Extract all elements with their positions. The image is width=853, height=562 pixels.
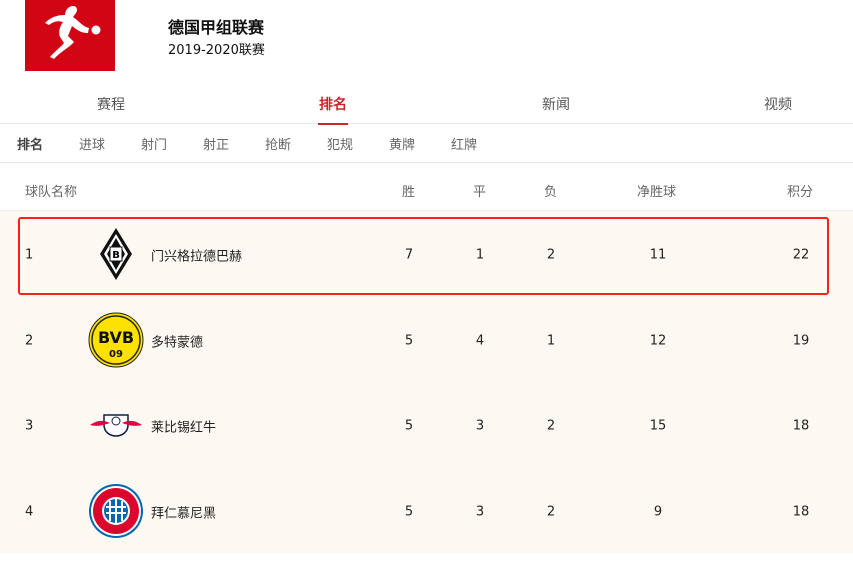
- losses: 1: [546, 333, 556, 348]
- team-name[interactable]: 莱比锡红牛: [151, 416, 216, 435]
- header-team: 球队名称: [25, 185, 78, 200]
- subtab-goals[interactable]: 进球: [79, 134, 105, 153]
- subtab-tackles[interactable]: 抢断: [265, 134, 291, 153]
- losses: 2: [546, 504, 556, 519]
- wins: 5: [404, 504, 414, 519]
- header-losses: 负: [544, 185, 558, 200]
- wins: 5: [404, 418, 414, 433]
- subtab-red-cards[interactable]: 红牌: [451, 134, 477, 153]
- wins: 5: [404, 333, 414, 348]
- leipzig-badge-icon: [90, 414, 142, 437]
- tab-standings[interactable]: 排名: [318, 94, 348, 125]
- draws: 3: [475, 418, 485, 433]
- subtab-fouls[interactable]: 犯规: [327, 134, 353, 153]
- tab-news[interactable]: 新闻: [542, 94, 570, 114]
- goal-diff: 9: [653, 504, 663, 519]
- subtab-standings[interactable]: 排名: [17, 134, 43, 153]
- sub-tabs: 排名 进球 射门 射正 抢断 犯规 黄牌 红牌: [0, 124, 853, 163]
- team-name[interactable]: 多特蒙德: [151, 331, 203, 350]
- subtab-shots-on-target[interactable]: 射正: [203, 134, 229, 153]
- league-title: 德国甲组联赛: [168, 18, 265, 37]
- goal-diff: 15: [649, 418, 667, 433]
- rank: 2: [25, 333, 34, 348]
- points: 18: [792, 504, 810, 519]
- tab-schedule[interactable]: 赛程: [97, 94, 125, 114]
- table-row[interactable]: 3 莱比锡红牛 5 3 2 15 18: [0, 383, 853, 468]
- header-draws: 平: [473, 185, 487, 200]
- team-name[interactable]: 拜仁慕尼黑: [151, 502, 216, 521]
- draws: 3: [475, 504, 485, 519]
- bayern-badge-icon: [89, 484, 143, 538]
- tab-video[interactable]: 视频: [764, 94, 792, 114]
- dortmund-badge-icon: BVB 09: [88, 312, 144, 368]
- header-points: 积分: [787, 185, 814, 200]
- highlight-box: [18, 217, 829, 295]
- rank: 3: [25, 418, 34, 433]
- goal-diff: 12: [649, 333, 667, 348]
- losses: 2: [546, 418, 556, 433]
- subtab-yellow-cards[interactable]: 黄牌: [389, 134, 415, 153]
- header-goal-diff: 净胜球: [637, 185, 677, 200]
- main-tabs: 赛程 排名 新闻 视频: [0, 84, 853, 125]
- svg-text:BVB: BVB: [98, 328, 134, 347]
- league-season: 2019-2020联赛: [168, 43, 265, 58]
- header-wins: 胜: [402, 185, 416, 200]
- points: 18: [792, 418, 810, 433]
- points: 19: [792, 333, 810, 348]
- subtab-shots[interactable]: 射门: [141, 134, 167, 153]
- svg-text:09: 09: [109, 349, 123, 360]
- table-row[interactable]: 4 拜仁慕尼黑 5 3 2 9 18: [0, 469, 853, 554]
- table-row[interactable]: 2 BVB 09 多特蒙德 5 4 1 12 19: [0, 298, 853, 383]
- rank: 4: [25, 504, 34, 519]
- draws: 4: [475, 333, 485, 348]
- bundesliga-logo: [25, 0, 115, 71]
